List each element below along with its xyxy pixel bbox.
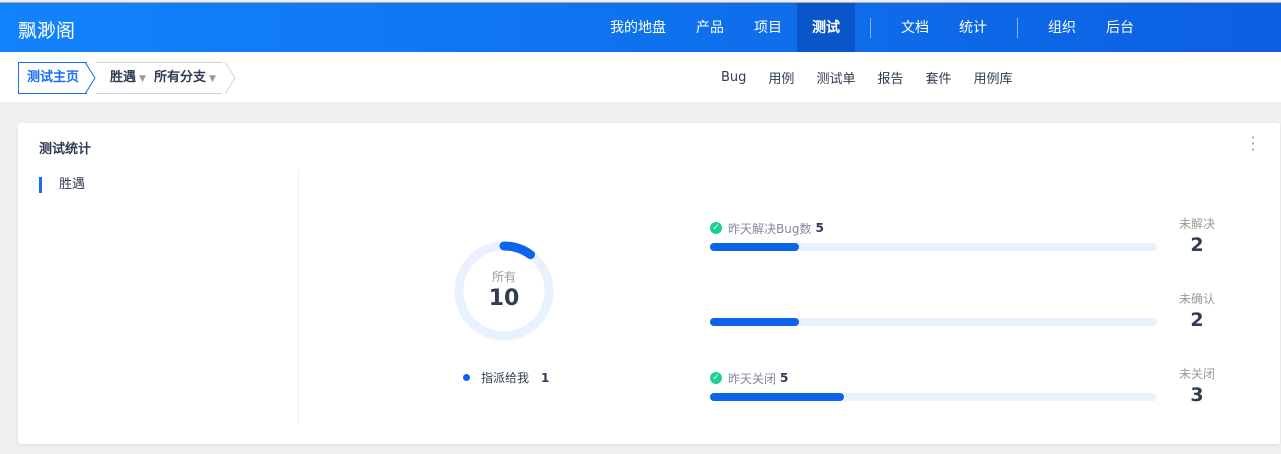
stat-label: 未关闭 — [1178, 367, 1215, 381]
progress-fill — [710, 243, 800, 251]
breadcrumb-selectors: 胜遇 ▼ 所有分支 ▼ — [96, 62, 222, 94]
sub-navbar: 测试主页 胜遇 ▼ 所有分支 ▼ Bug 用例 测试单 报告 套件 用例库 — [0, 52, 1281, 102]
bar-label: 昨天关闭 — [728, 371, 777, 386]
progress-track — [710, 243, 1157, 251]
nav-divider — [870, 18, 871, 38]
stat-unresolved: 未解决 2 — [1168, 215, 1226, 256]
nav-my[interactable]: 我的地盘 — [595, 3, 681, 53]
nav-divider — [1017, 18, 1018, 38]
ring-value: 10 — [488, 286, 520, 311]
product-selector[interactable]: 胜遇 ▼ — [110, 63, 146, 93]
subnav-suite[interactable]: 套件 — [914, 68, 962, 87]
progress-track — [710, 393, 1157, 401]
subnav-case[interactable]: 用例 — [757, 68, 805, 87]
bar-label: 昨天解决Bug数 — [728, 221, 812, 236]
legend-dot-icon — [463, 374, 470, 381]
legend-value: 1 — [541, 370, 550, 385]
breadcrumb-test-home[interactable]: 测试主页 — [18, 62, 88, 94]
caret-down-icon: ▼ — [208, 74, 216, 84]
branch-name: 所有分支 — [153, 70, 206, 85]
main-nav: 我的地盘 产品 项目 测试 文档 统计 组织 后台 — [595, 3, 1149, 53]
nav-product[interactable]: 产品 — [681, 3, 739, 53]
nav-stats[interactable]: 统计 — [944, 3, 1002, 53]
subnav-testtask[interactable]: 测试单 — [805, 68, 866, 87]
app-logo[interactable]: 飘渺阁 — [18, 16, 75, 43]
product-name: 胜遇 — [110, 70, 137, 85]
stat-label: 未解决 — [1178, 217, 1215, 231]
nav-admin[interactable]: 后台 — [1091, 3, 1149, 53]
stat-value[interactable]: 2 — [1168, 234, 1226, 256]
subnav-caselib[interactable]: 用例库 — [962, 68, 1023, 87]
caret-down-icon: ▼ — [139, 74, 146, 84]
top-navbar: 飘渺阁 我的地盘 产品 项目 测试 文档 统计 组织 后台 — [0, 2, 1281, 53]
ring-label: 所有 — [491, 270, 516, 284]
breadcrumb-arrow-icon — [225, 62, 236, 94]
nav-project[interactable]: 项目 — [739, 3, 797, 53]
bar-value: 5 — [780, 371, 789, 385]
divider — [298, 169, 299, 424]
progress-track — [710, 318, 1157, 326]
stat-unconfirmed: 未确认 2 — [1168, 290, 1226, 331]
product-tab[interactable]: 胜遇 — [39, 177, 85, 193]
nav-doc[interactable]: 文档 — [886, 3, 944, 53]
check-circle-icon: ✓ — [710, 222, 722, 234]
progress-fill — [710, 318, 800, 326]
progress-fill — [710, 393, 845, 401]
test-stats-card: 测试统计 · · · 胜遇 所有 10 指派给我 1 ✓ 昨天解决Bug数 5 ✓ 昨天关… — [18, 123, 1280, 444]
bar-resolved-yesterday: ✓ 昨天解决Bug数 5 — [710, 220, 1157, 251]
subnav-bug[interactable]: Bug — [710, 70, 757, 85]
test-subnav: Bug 用例 测试单 报告 套件 用例库 — [710, 52, 1024, 102]
stat-unclosed: 未关闭 3 — [1168, 365, 1226, 406]
legend-label: 指派给我 — [481, 371, 530, 385]
bar-value: 5 — [815, 221, 824, 235]
subnav-report[interactable]: 报告 — [866, 68, 914, 87]
stat-label: 未确认 — [1178, 292, 1215, 306]
nav-test[interactable]: 测试 — [797, 3, 855, 53]
stat-value[interactable]: 3 — [1168, 384, 1226, 406]
card-title: 测试统计 — [39, 142, 92, 157]
stat-value[interactable]: 2 — [1168, 309, 1226, 331]
bar-closed-yesterday: ✓ 昨天关闭 5 — [710, 370, 1157, 401]
assigned-to-me: 指派给我 1 — [463, 369, 549, 386]
branch-selector[interactable]: 所有分支 ▼ — [154, 63, 216, 93]
check-circle-icon: ✓ — [710, 372, 722, 384]
more-options-icon[interactable]: · · · — [1250, 130, 1256, 158]
nav-org[interactable]: 组织 — [1033, 3, 1091, 53]
